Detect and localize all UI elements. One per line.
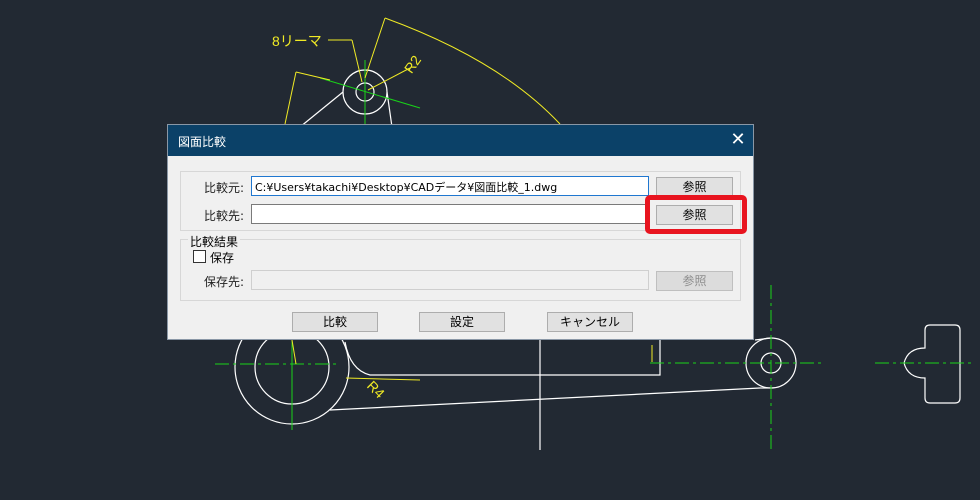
compare-drawings-dialog: 図面比較 ✕ 比較元: C:¥Users¥takachi¥Desktop¥CAD…: [167, 124, 754, 340]
arm-lower: [329, 387, 761, 411]
result-group-label: 比較結果: [188, 233, 241, 250]
target-browse-highlight: [645, 195, 747, 234]
target-label: 比較先:: [203, 209, 244, 223]
settings-button[interactable]: 設定: [419, 312, 505, 332]
cancel-button[interactable]: キャンセル: [547, 312, 633, 332]
annotation-r4: R4: [364, 377, 388, 401]
arm-upper: [344, 340, 661, 376]
compare-button[interactable]: 比較: [292, 312, 378, 332]
save-checkbox-label[interactable]: 保存: [210, 249, 234, 266]
annotation-r2: R2: [401, 52, 424, 76]
target-file-field[interactable]: [251, 204, 649, 224]
source-browse-button[interactable]: 参照: [656, 177, 733, 197]
save-to-field[interactable]: [251, 270, 649, 290]
dialog-title-bar[interactable]: 図面比較 ✕: [168, 125, 753, 156]
dialog-title: 図面比較: [178, 135, 227, 149]
source-label: 比較元:: [203, 181, 244, 195]
side-profile: [903, 324, 961, 404]
save-to-browse-button[interactable]: 参照: [656, 271, 733, 291]
source-file-field[interactable]: C:¥Users¥takachi¥Desktop¥CADデータ¥図面比較_1.d…: [251, 176, 649, 196]
save-to-label: 保存先:: [203, 275, 244, 289]
annotation-reamer: 8リーマ: [272, 33, 322, 49]
close-icon[interactable]: ✕: [723, 125, 753, 156]
save-checkbox[interactable]: [193, 250, 206, 263]
